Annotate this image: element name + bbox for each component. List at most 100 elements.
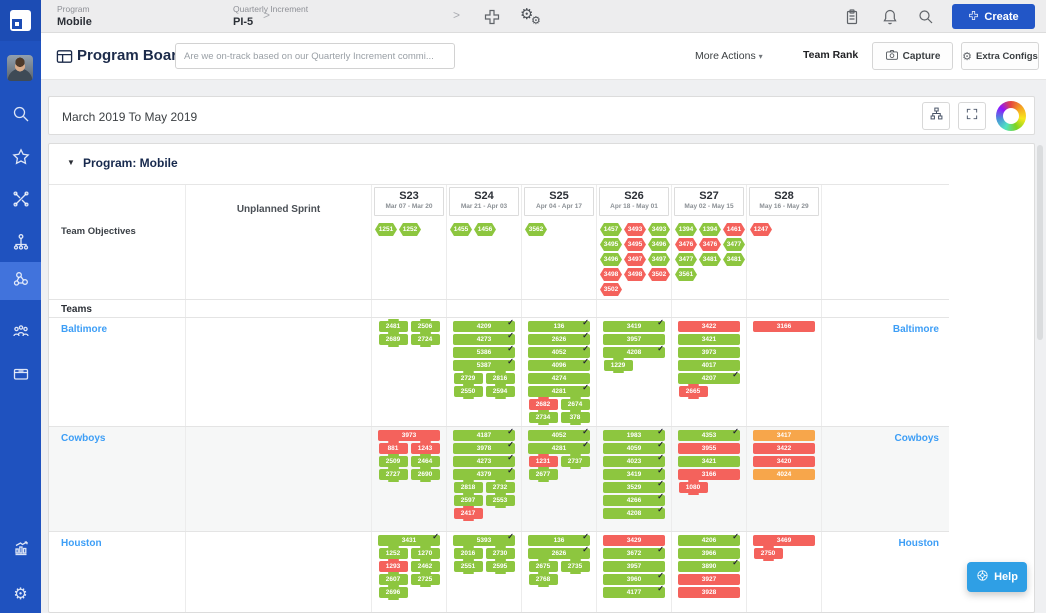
work-item-chip[interactable]: 2682 (528, 397, 558, 412)
team-name-link[interactable]: Cowboys (49, 427, 185, 444)
objective-badge[interactable]: 3477 (723, 238, 745, 251)
sprint-header-cell[interactable]: S26 Apr 18 - May 01 (599, 187, 669, 216)
work-item-chip[interactable]: 4281 ✓ (528, 440, 590, 454)
objective-badge[interactable]: 3498 (624, 268, 646, 281)
work-item-chip[interactable]: 2696 (378, 585, 408, 600)
objective-badge[interactable]: 3493 (648, 223, 670, 236)
objective-badge[interactable]: 1394 (699, 223, 721, 236)
work-item-chip[interactable]: 4209 ✓ (453, 318, 515, 332)
work-item-chip[interactable]: 3429 (603, 535, 665, 546)
objective-badge[interactable]: 3497 (648, 253, 670, 266)
work-item-chip[interactable]: 3166 (678, 469, 740, 480)
capture-button[interactable]: Capture (872, 42, 953, 70)
work-item-chip[interactable]: 2750 (753, 546, 783, 561)
work-item-chip[interactable]: 1080 (678, 480, 708, 495)
vertical-scrollbar[interactable] (1037, 145, 1043, 340)
work-item-chip[interactable]: 3417 (753, 430, 815, 441)
work-item-chip[interactable]: 3421 (678, 334, 740, 345)
work-item-chip[interactable]: 2729 (453, 371, 483, 386)
team-name-link[interactable]: Baltimore (49, 318, 185, 335)
work-item-chip[interactable]: 136 ✓ (528, 532, 590, 546)
work-item-chip[interactable]: 3420 (753, 456, 815, 467)
work-item-chip[interactable]: 3422 (753, 443, 815, 454)
objective-badge[interactable]: 3496 (600, 253, 622, 266)
sidebar-item-program-board[interactable] (0, 262, 41, 300)
work-item-chip[interactable]: 2732 (485, 480, 515, 495)
work-item-chip[interactable]: 2016 (453, 546, 483, 561)
work-item-chip[interactable]: 3927 (678, 574, 740, 585)
objective-badge[interactable]: 3502 (600, 283, 622, 296)
user-avatar[interactable] (7, 55, 33, 81)
work-item-chip[interactable]: 4281 ✓ (528, 383, 590, 397)
work-item-chip[interactable]: 4273 ✓ (453, 331, 515, 345)
work-item-chip[interactable]: 4177 ✓ (603, 584, 665, 598)
objective-badge[interactable]: 1455 (450, 223, 472, 236)
work-item-chip[interactable]: 2677 (528, 467, 558, 482)
objective-badge[interactable]: 3497 (624, 253, 646, 266)
work-item-chip[interactable]: 3529 ✓ (603, 479, 665, 493)
help-button[interactable]: Help (967, 562, 1027, 592)
objective-badge[interactable]: 1457 (600, 223, 622, 236)
dependency-view-button[interactable] (922, 102, 950, 130)
work-item-chip[interactable]: 3978 ✓ (453, 440, 515, 454)
sidebar-item-backlog[interactable] (0, 358, 41, 394)
work-item-chip[interactable]: 5387 ✓ (453, 357, 515, 371)
objective-badge[interactable]: 1251 (375, 223, 397, 236)
objective-badge[interactable]: 3477 (675, 253, 697, 266)
objective-badge[interactable]: 3498 (600, 268, 622, 281)
work-item-chip[interactable]: 2553 (485, 493, 515, 508)
objective-badge[interactable]: 3481 (723, 253, 745, 266)
objective-badge[interactable]: 3495 (600, 238, 622, 251)
breadcrumb-program[interactable]: Program Mobile (57, 4, 92, 28)
notifications-button[interactable] (881, 8, 899, 26)
work-item-chip[interactable]: 1243 (410, 441, 440, 456)
work-item-chip[interactable]: 2727 (378, 467, 408, 482)
work-item-chip[interactable]: 1983 ✓ (603, 427, 665, 441)
work-item-chip[interactable]: 3890 ✓ (678, 558, 740, 572)
work-item-chip[interactable]: 3421 (678, 456, 740, 467)
work-item-chip[interactable]: 1231 (528, 454, 558, 469)
objective-badge[interactable]: 1252 (399, 223, 421, 236)
work-item-chip[interactable]: 2506 (410, 319, 440, 334)
work-item-chip[interactable]: 3672 ✓ (603, 545, 665, 559)
work-item-chip[interactable]: 4023 ✓ (603, 453, 665, 467)
objective-badge[interactable]: 3476 (699, 238, 721, 251)
work-item-chip[interactable]: 4206 ✓ (678, 532, 740, 546)
objective-badge[interactable]: 1247 (750, 223, 772, 236)
work-item-chip[interactable]: 3431 ✓ (378, 532, 440, 546)
work-item-chip[interactable]: 2724 (410, 332, 440, 347)
work-item-chip[interactable]: 4266 ✓ (603, 492, 665, 506)
objective-badge[interactable]: 3502 (648, 268, 670, 281)
work-item-chip[interactable]: 4274 (528, 373, 590, 384)
work-item-chip[interactable]: 4052 ✓ (528, 344, 590, 358)
objective-badge[interactable]: 3476 (675, 238, 697, 251)
team-name-link-right[interactable]: Cowboys (822, 427, 949, 444)
board-question-input[interactable] (175, 43, 455, 69)
work-item-chip[interactable]: 2725 (410, 572, 440, 587)
work-item-chip[interactable]: 2509 (378, 454, 408, 469)
sprint-header-cell[interactable]: S24 Mar 21 - Apr 03 (449, 187, 519, 216)
work-item-chip[interactable]: 2551 (453, 559, 483, 574)
work-item-chip[interactable]: 3928 (678, 587, 740, 598)
work-item-chip[interactable]: 2768 (528, 572, 558, 587)
add-breadcrumb-button[interactable] (483, 8, 501, 26)
team-name-link-right[interactable]: Baltimore (822, 318, 949, 335)
work-item-chip[interactable]: 2734 (528, 410, 558, 425)
sidebar-item-settings[interactable]: ⚙ (0, 576, 41, 612)
work-item-chip[interactable]: 3469 (753, 535, 815, 546)
program-section-header[interactable]: ▼ Program: Mobile (49, 144, 1034, 184)
color-wheel-legend-button[interactable] (996, 101, 1026, 131)
work-item-chip[interactable]: 4017 (678, 360, 740, 371)
work-item-chip[interactable]: 136 ✓ (528, 318, 590, 332)
sprint-header-cell[interactable]: S27 May 02 - May 15 (674, 187, 744, 216)
work-item-chip[interactable]: 5393 ✓ (453, 532, 515, 546)
sprint-header-cell[interactable]: S28 May 16 - May 29 (749, 187, 819, 216)
team-name-link-right[interactable]: Houston (822, 532, 949, 549)
work-item-chip[interactable]: 2626 ✓ (528, 331, 590, 345)
work-item-chip[interactable]: 2607 (378, 572, 408, 587)
fullscreen-button[interactable] (958, 102, 986, 130)
objective-badge[interactable]: 3496 (648, 238, 670, 251)
objective-badge[interactable]: 3481 (699, 253, 721, 266)
work-item-chip[interactable]: 4208 ✓ (603, 344, 665, 358)
extra-configs-button[interactable]: ⚙ Extra Configs (961, 42, 1039, 70)
